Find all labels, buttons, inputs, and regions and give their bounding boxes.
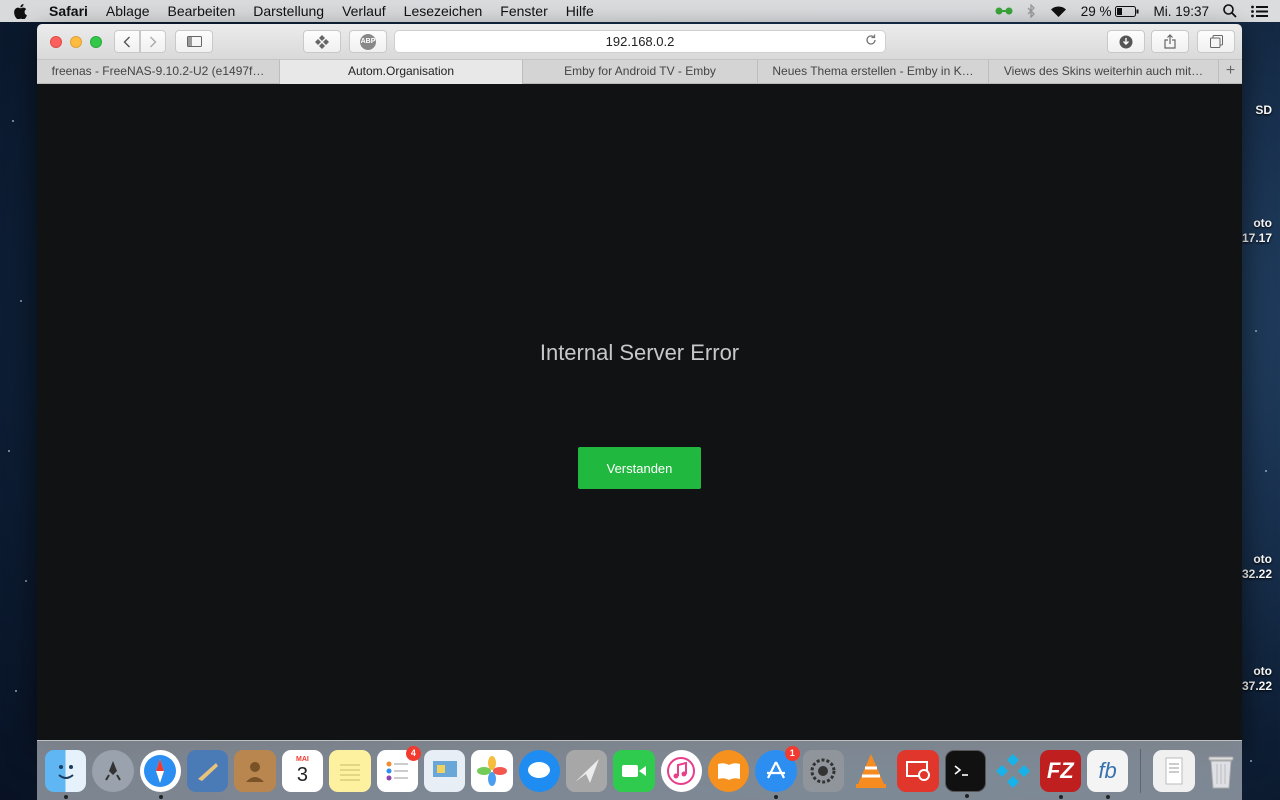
tab-freenas[interactable]: freenas - FreeNAS-9.10.2-U2 (e1497f… [37, 60, 280, 84]
menu-app-safari[interactable]: Safari [40, 0, 97, 22]
safari-icon[interactable] [139, 749, 182, 799]
battery-percent: 29 % [1080, 3, 1112, 19]
minimize-window-button[interactable] [70, 35, 82, 48]
downloads-button[interactable] [1107, 30, 1145, 53]
menu-hilfe[interactable]: Hilfe [557, 0, 603, 22]
tabs-icon [1209, 35, 1223, 48]
dock-separator [1140, 748, 1142, 793]
download-icon [1119, 35, 1133, 48]
photo-booth-icon[interactable] [423, 749, 466, 792]
finder-icon[interactable] [45, 749, 87, 799]
browser-toolbar: ABP 192.168.0.2 [37, 24, 1242, 60]
adblock-extension-button[interactable]: ABP [349, 30, 387, 53]
app-store-icon[interactable]: 1 [755, 745, 800, 799]
page-content: Internal Server Error Verstanden [37, 84, 1242, 740]
calendar-icon[interactable]: MAI 3 [281, 749, 324, 792]
menu-ablage[interactable]: Ablage [97, 0, 159, 22]
remote-desktop-icon[interactable] [897, 749, 939, 792]
terminal-icon[interactable] [944, 749, 987, 798]
running-indicator [158, 794, 163, 799]
system-preferences-icon[interactable] [802, 749, 845, 792]
messages-icon[interactable] [518, 749, 560, 792]
sidebar-icon [186, 36, 202, 47]
menu-bearbeiten[interactable]: Bearbeiten [159, 0, 245, 22]
url-text: 192.168.0.2 [605, 34, 675, 49]
safari-window: ABP 192.168.0.2 freenas - FreeNAS-9.10.2… [37, 24, 1242, 740]
running-indicator [1058, 794, 1063, 799]
error-title: Internal Server Error [539, 340, 740, 365]
tab-overview-button[interactable] [1197, 30, 1235, 53]
desktop-item-label[interactable]: oto 17.17 [1242, 216, 1272, 246]
fb-app-icon[interactable]: fb [1086, 749, 1129, 799]
clock[interactable]: Mi. 19:37 [1153, 4, 1209, 19]
confirm-button[interactable]: Verstanden [578, 447, 701, 489]
calendar-month: MAI [296, 756, 309, 763]
document-stack-icon[interactable] [1153, 749, 1195, 792]
extension-kodi-button[interactable] [303, 30, 341, 53]
vlc-icon[interactable] [850, 750, 891, 792]
running-indicator [64, 794, 68, 799]
menu-verlauf[interactable]: Verlauf [333, 0, 395, 22]
share-icon [1164, 34, 1176, 49]
filezilla-icon[interactable]: FZ [1039, 749, 1081, 799]
menu-lesezeichen[interactable]: Lesezeichen [395, 0, 492, 22]
trash-icon[interactable] [1201, 750, 1242, 792]
window-controls [50, 35, 102, 48]
tab-bar: freenas - FreeNAS-9.10.2-U2 (e1497f… Aut… [37, 60, 1242, 84]
chevron-left-icon [123, 36, 130, 47]
facetime-icon[interactable] [613, 749, 655, 792]
battery-icon [1115, 5, 1139, 17]
contacts-icon[interactable] [234, 749, 276, 792]
back-button[interactable] [114, 30, 140, 53]
launchpad-icon[interactable] [92, 749, 134, 792]
desktop-item-label[interactable]: oto 37.22 [1242, 664, 1272, 694]
new-tab-button[interactable]: + [1219, 60, 1242, 83]
abp-icon: ABP [360, 33, 376, 50]
notification-center-icon[interactable] [1251, 5, 1268, 18]
ibooks-icon[interactable] [708, 749, 750, 792]
wifi-icon[interactable] [1050, 5, 1067, 18]
spotlight-search-icon[interactable] [1223, 4, 1237, 18]
forward-button[interactable] [140, 30, 166, 53]
status-green-link-icon[interactable] [995, 6, 1013, 16]
address-bar[interactable]: 192.168.0.2 [394, 30, 886, 53]
menu-fenster[interactable]: Fenster [491, 0, 556, 22]
sidebar-toggle-button[interactable] [175, 30, 213, 53]
airmail-icon[interactable] [565, 749, 608, 792]
tab-emby-android-tv[interactable]: Emby for Android TV - Emby [523, 60, 758, 84]
reminders-badge: 4 [405, 745, 421, 761]
notes-icon[interactable] [329, 749, 371, 792]
desktop-item-label[interactable]: SD [1255, 103, 1272, 118]
reminders-icon[interactable]: 4 [376, 745, 421, 792]
dock: MAI 3 4 1 FZ fb [37, 740, 1242, 800]
app-store-badge: 1 [784, 745, 800, 761]
reload-icon[interactable] [865, 34, 877, 49]
zoom-window-button[interactable] [90, 35, 102, 48]
itunes-icon[interactable] [660, 749, 703, 792]
menu-darstellung[interactable]: Darstellung [244, 0, 333, 22]
close-window-button[interactable] [50, 35, 62, 48]
share-button[interactable] [1151, 30, 1189, 53]
fb-label: fb [1098, 757, 1117, 783]
running-indicator [1105, 794, 1110, 799]
mail-icon[interactable] [187, 749, 229, 792]
filezilla-label: FZ [1046, 757, 1074, 783]
running-indicator [964, 793, 969, 798]
battery-status[interactable]: 29 % [1081, 4, 1140, 19]
running-indicator [774, 794, 779, 799]
desktop-item-label[interactable]: oto 32.22 [1242, 552, 1272, 582]
tab-views-des-skins[interactable]: Views des Skins weiterhin auch mit… [989, 60, 1219, 84]
apple-menu-icon[interactable] [0, 3, 40, 19]
tab-autom-organisation[interactable]: Autom.Organisation [280, 60, 523, 84]
photos-icon[interactable] [471, 749, 513, 792]
menu-bar: Safari Ablage Bearbeiten Darstellung Ver… [0, 0, 1280, 22]
kodi-extension-icon [315, 34, 329, 49]
kodi-icon[interactable] [992, 750, 1033, 792]
tab-neues-thema[interactable]: Neues Thema erstellen - Emby in K… [758, 60, 989, 84]
calendar-day: 3 [296, 764, 309, 786]
bluetooth-icon[interactable] [1027, 4, 1036, 18]
chevron-right-icon [150, 36, 157, 47]
